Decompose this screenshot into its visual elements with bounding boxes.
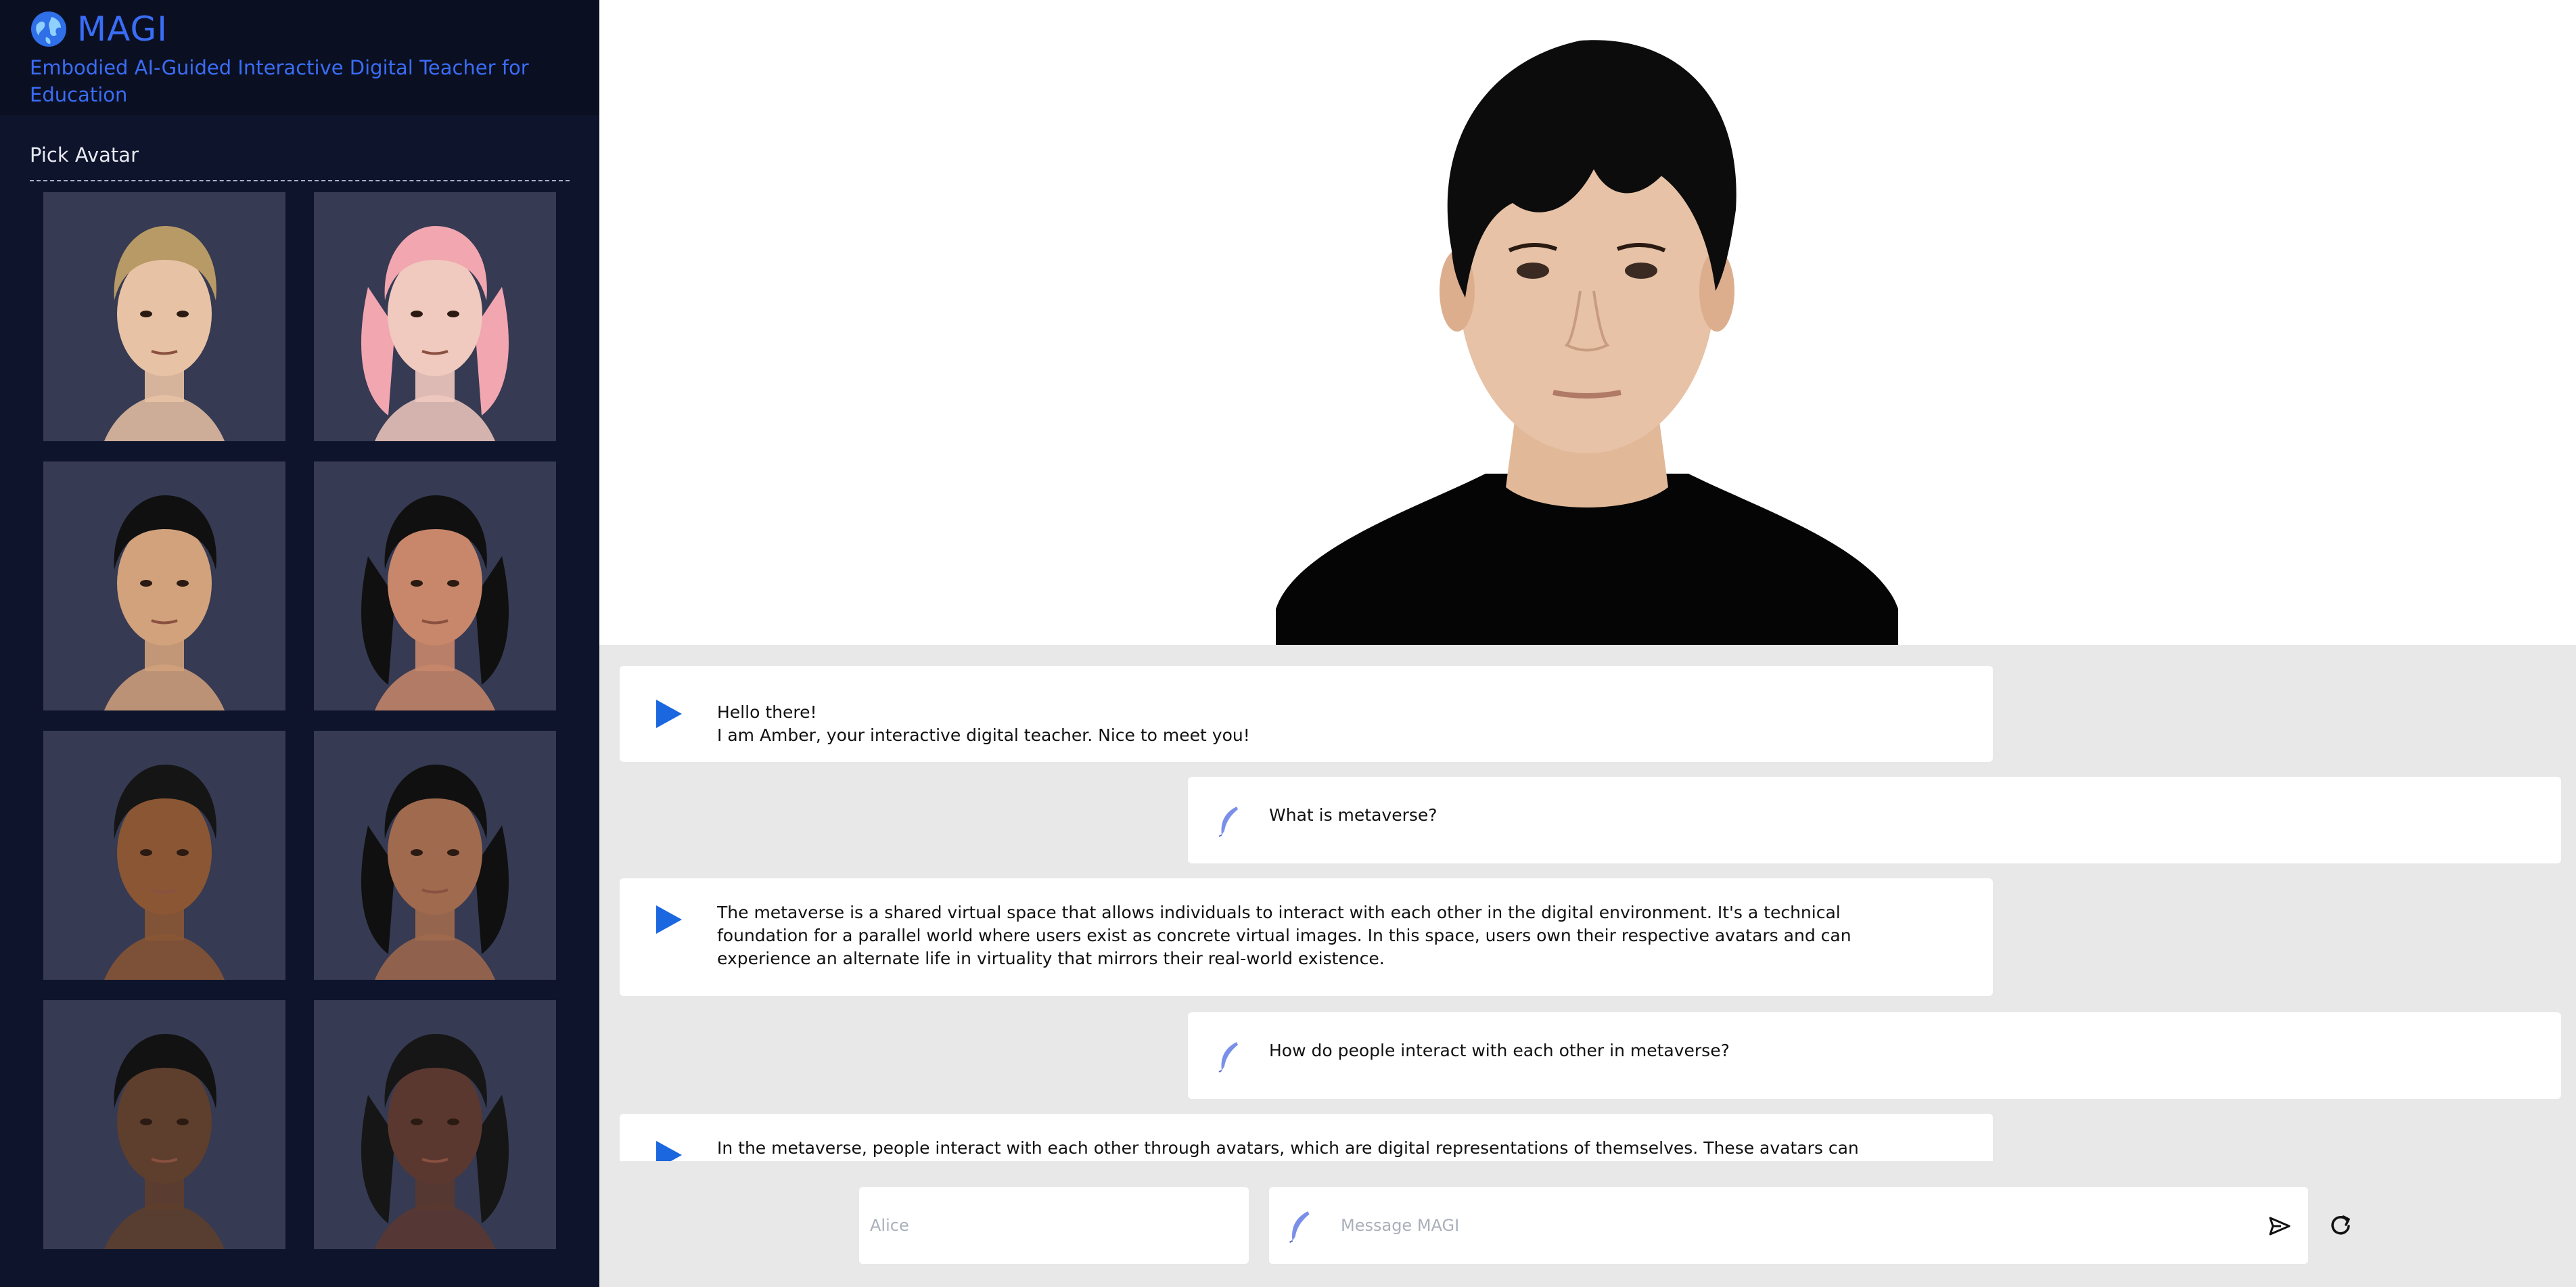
chat-message-user: How do people interact with each other i… [1188, 1012, 2561, 1099]
avatar-option[interactable] [43, 1000, 285, 1249]
chat-message-bot: Hello there! I am Amber, your interactiv… [620, 666, 1993, 762]
avatar-stage [599, 0, 2576, 645]
message-text: What is metaverse? [1269, 805, 1438, 825]
avatar-option[interactable] [43, 192, 285, 441]
avatar-option[interactable] [43, 461, 285, 710]
avatar-portrait [104, 495, 225, 710]
avatar-option[interactable] [43, 731, 285, 980]
feather-icon [1289, 1211, 1310, 1243]
refresh-icon[interactable] [2328, 1213, 2353, 1237]
play-icon[interactable] [656, 905, 682, 934]
app-name: MAGI [77, 9, 168, 49]
sidebar-header: MAGI Embodied AI-Guided Interactive Digi… [0, 0, 599, 115]
avatar-portrait [361, 226, 509, 441]
name-input[interactable] [859, 1187, 1249, 1264]
chat-message-bot: The metaverse is a shared virtual space … [620, 878, 1993, 996]
message-text: The metaverse is a shared virtual space … [717, 903, 1852, 968]
avatar-portrait [104, 1034, 225, 1249]
message-box[interactable] [1269, 1187, 2308, 1264]
globe-icon [31, 12, 66, 47]
chat-message-bot: In the metaverse, people interact with e… [620, 1114, 1993, 1161]
message-input[interactable] [1341, 1187, 2220, 1264]
play-icon[interactable] [656, 1141, 682, 1161]
main-avatar [1276, 40, 1898, 645]
send-icon[interactable] [2268, 1214, 2292, 1238]
app-subtitle: Embodied AI-Guided Interactive Digital T… [30, 56, 529, 106]
avatar-option[interactable] [314, 731, 556, 980]
message-text: How do people interact with each other i… [1269, 1041, 1730, 1060]
message-text: Hello there! I am Amber, your interactiv… [717, 702, 1250, 745]
avatar-portrait [361, 1034, 509, 1249]
sidebar: MAGI Embodied AI-Guided Interactive Digi… [0, 0, 599, 1287]
chat-message-user: What is metaverse? [1188, 777, 2561, 863]
avatar-option[interactable] [314, 192, 556, 441]
avatar-portrait [104, 765, 225, 980]
avatar-option[interactable] [314, 1000, 556, 1249]
avatar-portrait [361, 765, 509, 980]
avatar-portrait [104, 226, 225, 441]
avatar-option[interactable] [314, 461, 556, 710]
divider [30, 180, 570, 181]
feather-icon [1218, 1042, 1238, 1072]
logo-row: MAGI [30, 9, 168, 49]
message-text: In the metaverse, people interact with e… [717, 1138, 1859, 1158]
avatar-portrait [361, 495, 509, 710]
feather-icon [1218, 807, 1238, 837]
pick-avatar-label: Pick Avatar [30, 143, 139, 166]
play-icon[interactable] [656, 700, 682, 728]
chat-panel[interactable]: Hello there! I am Amber, your interactiv… [599, 650, 2576, 1161]
